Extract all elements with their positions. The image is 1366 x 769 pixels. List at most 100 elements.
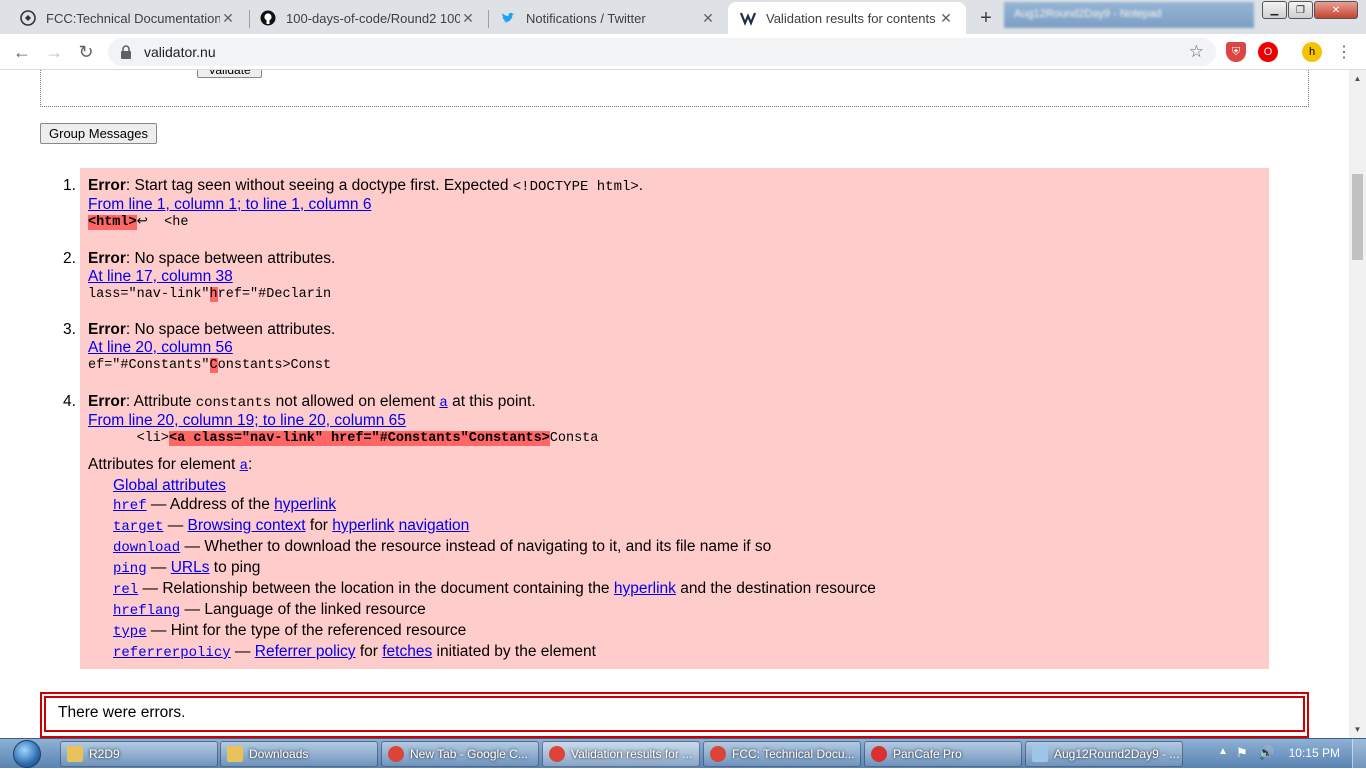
definition-link[interactable]: Browsing context: [188, 517, 306, 534]
bookmark-star-icon[interactable]: ☆: [1189, 42, 1204, 62]
shield-extension-icon[interactable]: ⛨: [1226, 42, 1246, 62]
attribute-name-link[interactable]: target: [113, 519, 163, 535]
location-link[interactable]: From line 20, column 19; to line 20, col…: [88, 412, 406, 429]
scroll-down-icon[interactable]: ▼: [1349, 721, 1366, 738]
show-desktop-button[interactable]: [1352, 739, 1366, 769]
element-link[interactable]: a: [439, 395, 447, 411]
minimize-button[interactable]: ▁: [1262, 1, 1287, 19]
forward-button[interactable]: →: [40, 39, 68, 65]
taskbar-item[interactable]: Aug12Round2Day9 - ...: [1025, 741, 1183, 767]
tab-github[interactable]: 100-days-of-code/Round2 100D ✕: [248, 2, 488, 34]
attribute-description: —: [146, 559, 171, 576]
menu-kebab-icon[interactable]: ⋮: [1334, 42, 1354, 62]
result-box: There were errors.: [40, 692, 1309, 738]
definition-link[interactable]: hyperlink: [332, 517, 394, 534]
attribute-row: hreflang — Language of the linked resour…: [88, 600, 876, 621]
adblock-extension-icon[interactable]: O: [1258, 42, 1278, 62]
maximize-button[interactable]: ❐: [1288, 1, 1313, 19]
clock[interactable]: 10:15 PM: [1289, 746, 1340, 760]
reload-icon: ↻: [78, 41, 94, 62]
attribute-description: for: [355, 643, 383, 660]
close-icon[interactable]: ✕: [938, 10, 954, 27]
close-icon[interactable]: ✕: [220, 10, 236, 27]
address-bar[interactable]: validator.nu ☆: [108, 38, 1216, 66]
attribute-description: to ping: [209, 559, 261, 576]
action-center-flag-icon[interactable]: ⚑: [1236, 745, 1248, 761]
close-window-button[interactable]: ✕: [1314, 1, 1358, 19]
background-window-title: Aug12Round2Day9 - Notepad: [1004, 2, 1254, 28]
group-messages-button[interactable]: Group Messages: [40, 123, 157, 144]
attributes-list: Attributes for element a: Global attribu…: [88, 455, 876, 663]
honey-extension-icon[interactable]: h: [1302, 42, 1322, 62]
message-text: : No space between attributes.: [125, 321, 336, 338]
close-icon[interactable]: ✕: [460, 10, 476, 27]
tray-expand-icon[interactable]: ▲: [1218, 746, 1228, 757]
definition-link[interactable]: Referrer policy: [255, 643, 356, 660]
location-link[interactable]: At line 17, column 38: [88, 268, 233, 285]
new-tab-button[interactable]: +: [972, 4, 1000, 32]
global-attributes-link[interactable]: Global attributes: [113, 477, 226, 494]
tab-title: Validation results for contents of: [766, 10, 938, 26]
attribute-row: referrerpolicy — Referrer policy for fet…: [88, 642, 876, 663]
message-type: Error: [88, 250, 126, 267]
taskbar-item[interactable]: FCC: Technical Docu...: [703, 741, 861, 767]
source-extract: <html>↩ <he: [88, 214, 643, 232]
definition-link[interactable]: navigation: [399, 517, 470, 534]
arrow-left-icon: ←: [13, 41, 31, 62]
taskbar-item[interactable]: R2D9: [60, 741, 218, 767]
attribute-name-link[interactable]: referrerpolicy: [113, 645, 231, 661]
vertical-scrollbar[interactable]: ▲ ▼: [1349, 70, 1366, 738]
attribute-name-link[interactable]: ping: [113, 561, 147, 577]
message-number: 3.: [63, 321, 76, 338]
attribute-row: download — Whether to download the resou…: [88, 537, 876, 558]
attribute-description: — Address of the: [146, 496, 275, 513]
taskbar-item[interactable]: Downloads: [220, 741, 378, 767]
location-link[interactable]: At line 20, column 56: [88, 339, 233, 356]
extract-text: lass="nav-link": [88, 287, 210, 302]
tab-title: FCC:Technical Documentation Pr: [46, 10, 220, 26]
taskbar-item[interactable]: New Tab - Google C...: [381, 741, 539, 767]
tab-strip: FCC:Technical Documentation Pr ✕ 100-day…: [0, 0, 1366, 34]
tab-twitter[interactable]: Notifications / Twitter ✕: [488, 2, 728, 34]
validate-button[interactable]: Validate: [197, 70, 262, 78]
taskbar-item[interactable]: Validation results for ...: [542, 741, 700, 767]
message-type: Error: [88, 393, 126, 410]
extract-highlight: <a class="nav-link" href="#Constants"Con…: [169, 431, 550, 446]
reload-button[interactable]: ↻: [72, 39, 100, 65]
tab-fcc[interactable]: FCC:Technical Documentation Pr ✕: [8, 2, 248, 34]
message-text: .: [638, 177, 644, 194]
extract-highlight: h: [209, 287, 218, 302]
definition-link[interactable]: URLs: [171, 559, 210, 576]
system-tray: ▲ ⚑ 🔊: [1206, 739, 1366, 769]
attribute-name-link[interactable]: rel: [113, 582, 138, 598]
definition-link[interactable]: fetches: [382, 643, 432, 660]
element-link[interactable]: a: [240, 458, 248, 474]
list-item: 3. Error: No space between attributes. A…: [63, 321, 336, 375]
folder-icon: [67, 746, 83, 762]
scrollbar-thumb[interactable]: [1352, 174, 1363, 260]
taskbar-item[interactable]: PanCafe Pro: [864, 741, 1022, 767]
volume-icon[interactable]: 🔊: [1258, 745, 1274, 761]
extract-text: onstants>Const: [217, 358, 332, 373]
attribute-name-link[interactable]: hreflang: [113, 603, 180, 619]
definition-link[interactable]: hyperlink: [614, 580, 676, 597]
location-link[interactable]: From line 1, column 1; to line 1, column…: [88, 196, 371, 213]
start-button[interactable]: [4, 740, 50, 768]
extract-text: ef="#Constants": [88, 358, 210, 373]
back-button[interactable]: ←: [8, 39, 36, 65]
freecodecamp-icon: [20, 10, 36, 26]
chrome-icon: [710, 746, 726, 762]
attribute-description: — Whether to download the resource inste…: [180, 538, 772, 555]
attribute-name-link[interactable]: type: [113, 624, 147, 640]
tab-validator[interactable]: Validation results for contents of ✕: [728, 2, 966, 34]
scroll-up-icon[interactable]: ▲: [1349, 70, 1366, 87]
definition-link[interactable]: hyperlink: [274, 496, 336, 513]
attribute-name-link[interactable]: href: [113, 498, 147, 514]
attribute-row: rel — Relationship between the location …: [88, 579, 876, 600]
close-icon[interactable]: ✕: [700, 10, 716, 27]
lock-icon: [121, 45, 131, 59]
page-viewport: Validate Group Messages 1. Error: Start …: [0, 70, 1349, 738]
github-icon: [260, 10, 276, 26]
attribute-name-link[interactable]: download: [113, 540, 180, 556]
message-type: Error: [88, 321, 126, 338]
